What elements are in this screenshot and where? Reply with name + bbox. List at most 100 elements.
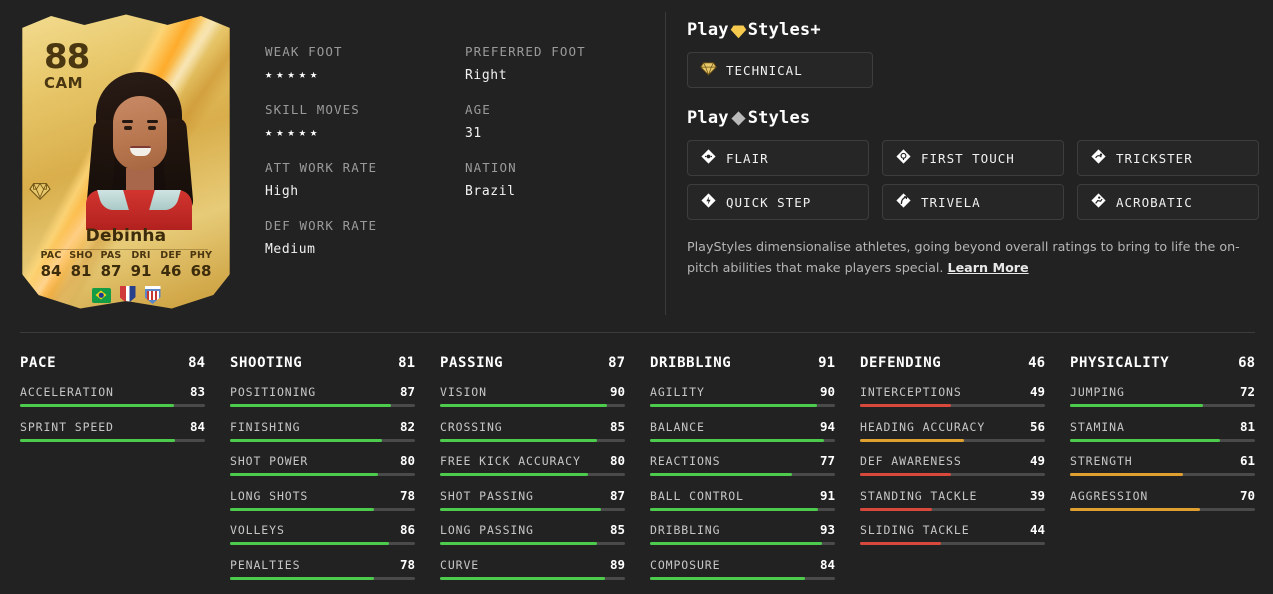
- attribute-column-value: 68: [1238, 355, 1255, 371]
- attribute-bar-track: [860, 404, 1045, 407]
- vertical-divider: [665, 12, 666, 315]
- attribute-bar-fill: [650, 473, 793, 476]
- attribute-value: 80: [609, 453, 625, 468]
- attribute-row-top: JUMPING 72: [1070, 384, 1255, 399]
- attribute-row: STAMINA 81: [1070, 419, 1255, 442]
- attribute-name: REACTIONS: [650, 454, 721, 468]
- card-stat-value: 81: [70, 262, 92, 280]
- attribute-name: AGILITY: [650, 385, 705, 399]
- attribute-bar-track: [650, 438, 835, 442]
- attribute-row-top: SHOT PASSING 87: [440, 488, 625, 503]
- playstyle-chip-label: FIRST TOUCH: [921, 150, 1015, 166]
- attribute-row: HEADING ACCURACY 56: [860, 419, 1045, 442]
- attribute-name: ACCELERATION: [20, 385, 114, 399]
- card-stat-dri: DRI 91: [126, 250, 156, 280]
- attribute-value: 86: [399, 522, 415, 537]
- card-stat-grid: PAC 84 SHO 81 PAS 87 DRI 91 DEF 46 PHY 6…: [36, 250, 216, 280]
- playstyle-chip-acrobatic[interactable]: ACROBATIC: [1077, 184, 1259, 220]
- star-icon: ★: [298, 125, 306, 139]
- player-card[interactable]: 88 CAM Debinha PAC 84 SHO 81 PAS 87 DRI …: [22, 10, 230, 310]
- gold-gem-icon: [730, 22, 747, 39]
- info-label: PREFERRED FOOT: [465, 44, 586, 59]
- attribute-value: 94: [819, 418, 835, 434]
- learn-more-link[interactable]: Learn More: [947, 260, 1028, 275]
- attribute-bar-fill: [230, 542, 390, 545]
- attribute-name: SLIDING TACKLE: [860, 523, 970, 537]
- attribute-row: JUMPING 72: [1070, 384, 1255, 407]
- attribute-row-top: DRIBBLING 93: [650, 522, 835, 537]
- playstyle-chip-quick-step[interactable]: QUICK STEP: [687, 184, 869, 220]
- attribute-name: VISION: [440, 385, 487, 399]
- info-label: WEAK FOOT: [265, 44, 343, 59]
- attribute-row-top: COMPOSURE 84: [650, 557, 835, 572]
- attribute-bar-fill: [230, 404, 391, 407]
- gold-gem-icon: [700, 60, 717, 81]
- flair-diamond-icon: [700, 148, 717, 169]
- gem-icon: [29, 180, 51, 202]
- trickster-diamond-icon: [1090, 148, 1107, 169]
- info-label: DEF WORK RATE: [265, 218, 378, 233]
- attribute-name: STANDING TACKLE: [860, 488, 978, 503]
- attribute-bar-fill: [440, 576, 605, 580]
- info-nation: NATION Brazil: [465, 160, 655, 199]
- attribute-name: CURVE: [440, 557, 480, 572]
- info-value: Medium: [265, 242, 316, 257]
- playstyle-chip-first-touch[interactable]: FIRST TOUCH: [882, 140, 1064, 176]
- attribute-column-header: PHYSICALITY 68: [1070, 355, 1255, 371]
- playstyle-chip-technical[interactable]: TECHNICAL: [687, 52, 873, 88]
- attribute-bar-track: [230, 576, 415, 580]
- card-stat-sho: SHO 81: [66, 250, 96, 280]
- acrobatic-diamond-icon: [1090, 192, 1107, 213]
- attribute-value: 77: [819, 453, 835, 468]
- attribute-value: 87: [609, 487, 625, 503]
- attribute-row: SHOT POWER 80: [230, 453, 415, 476]
- attribute-row: STANDING TACKLE 39: [860, 488, 1045, 511]
- playstyle-chip-flair[interactable]: FLAIR: [687, 140, 869, 176]
- attribute-row: SLIDING TACKLE 44: [860, 522, 1045, 545]
- star-icon: ★: [309, 67, 318, 81]
- attribute-column-pace: PACE 84 ACCELERATION 83 SPRINT SPEED 84: [20, 355, 205, 591]
- playstyle-chip-trivela[interactable]: TRIVELA: [882, 184, 1064, 220]
- attribute-row-top: FREE KICK ACCURACY 80: [440, 453, 625, 468]
- attribute-name: SPRINT SPEED: [20, 419, 114, 434]
- card-stat-label: PAS: [100, 250, 122, 261]
- attribute-value: 78: [399, 487, 415, 503]
- attribute-row: BALANCE 94: [650, 419, 835, 442]
- card-stat-phy: PHY 68: [186, 250, 216, 280]
- attribute-column-name: DRIBBLING: [650, 355, 732, 371]
- attribute-bar-fill: [650, 542, 823, 545]
- attribute-row: CURVE 89: [440, 557, 625, 580]
- portrait-eye-right: [148, 126, 156, 130]
- portrait-brow-right: [147, 120, 158, 123]
- playstyles-description: PlayStyles dimensionalise athletes, goin…: [687, 237, 1253, 278]
- attribute-value: 49: [1029, 384, 1045, 399]
- info-def-work-rate: DEF WORK RATE Medium: [265, 218, 465, 257]
- info-label: AGE: [465, 102, 491, 117]
- trivela-diamond-icon: [895, 192, 912, 213]
- attribute-row: LONG PASSING 85: [440, 522, 625, 545]
- attribute-row: REACTIONS 77: [650, 453, 835, 476]
- playstyle-chip-trickster[interactable]: TRICKSTER: [1077, 140, 1259, 176]
- attribute-bar-track: [230, 542, 415, 545]
- portrait-eye-left: [124, 126, 132, 130]
- player-card-face: 88 CAM Debinha PAC 84 SHO 81 PAS 87 DRI …: [22, 14, 230, 309]
- attribute-name: COMPOSURE: [650, 557, 721, 572]
- attribute-name: BALANCE: [650, 419, 705, 434]
- card-stat-value: 68: [190, 262, 212, 280]
- attribute-bar-track: [860, 473, 1045, 476]
- attribute-bar-fill: [440, 507, 601, 511]
- portrait-brow-left: [122, 120, 133, 123]
- attribute-bar-fill: [230, 576, 375, 580]
- info-value: Brazil: [465, 184, 516, 199]
- attribute-name: LONG SHOTS: [230, 488, 309, 503]
- attribute-name: INTERCEPTIONS: [860, 385, 962, 399]
- info-label: NATION: [465, 160, 517, 175]
- playstyles-heading-post: Styles: [747, 108, 811, 128]
- player-portrait: [80, 72, 198, 230]
- attribute-column-name: PASSING: [440, 355, 504, 371]
- star-icon: ★: [265, 125, 273, 139]
- attribute-row-top: BALANCE 94: [650, 419, 835, 434]
- star-icon: ★: [287, 125, 295, 139]
- info-preferred-foot: PREFERRED FOOT Right: [465, 44, 655, 83]
- info-weak-foot: WEAK FOOT ★ ★ ★ ★ ★: [265, 44, 465, 83]
